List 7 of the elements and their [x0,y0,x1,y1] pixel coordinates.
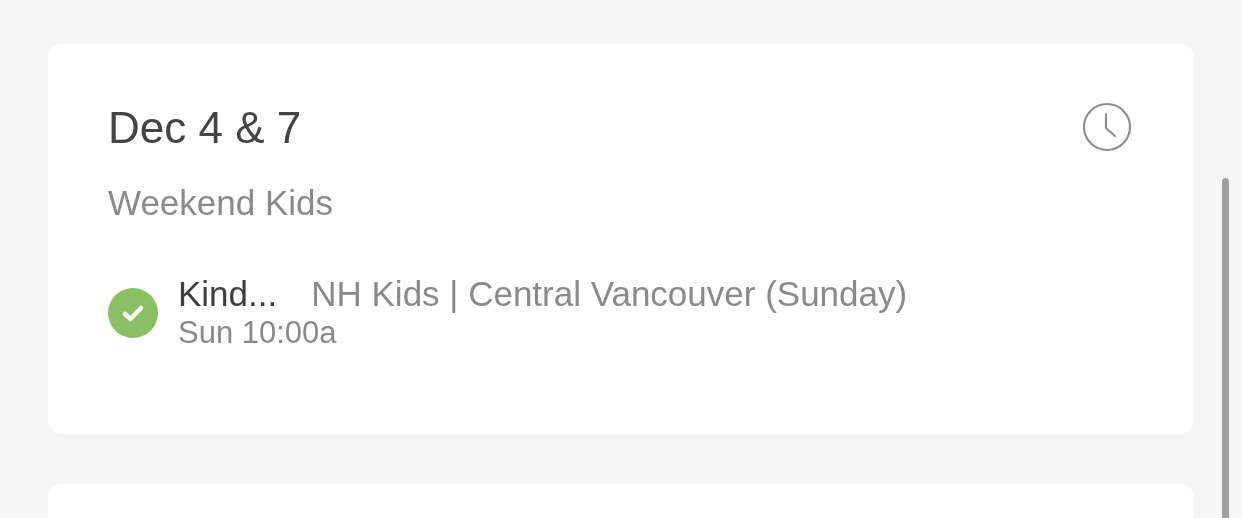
position-name: Kind... [178,274,278,315]
card-title: Dec 4 & 7 [108,104,302,153]
scrollbar[interactable] [1222,178,1229,518]
clock-icon[interactable] [1082,102,1132,152]
service-time: Sun 10:00a [178,314,338,351]
service-name: NH Kids | Central Vancouver (Sunday) [311,274,908,315]
card-subtitle: Weekend Kids [108,182,335,225]
